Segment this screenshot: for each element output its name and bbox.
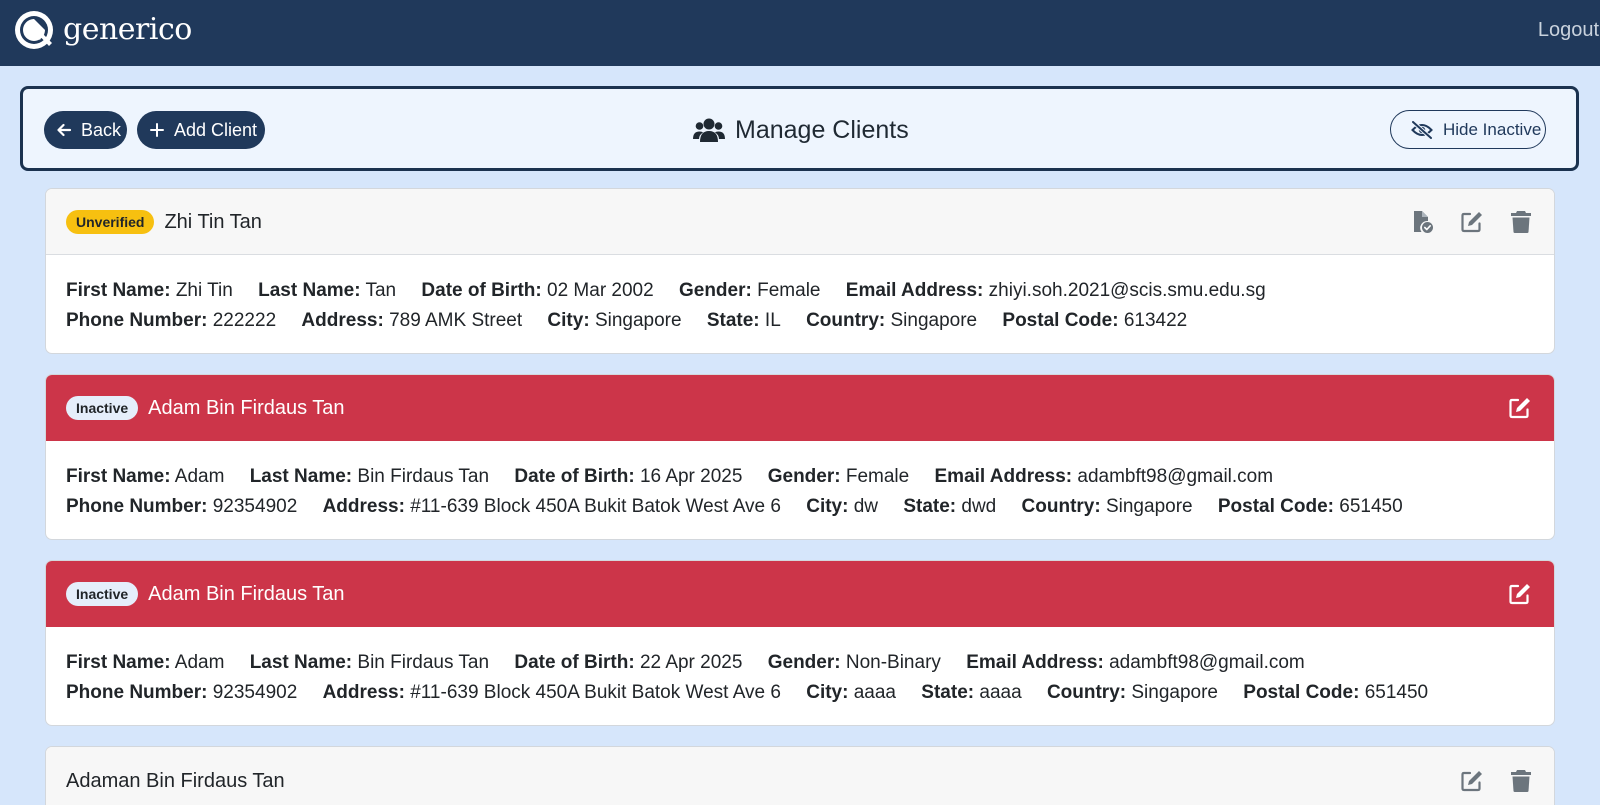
client-actions: [1460, 769, 1532, 793]
edit-icon[interactable]: [1508, 582, 1532, 606]
client-details-row: First Name: Adam Last Name: Bin Firdaus …: [66, 462, 1534, 492]
logout-link[interactable]: Logout: [1538, 18, 1599, 42]
brand-name[interactable]: generico: [63, 12, 192, 48]
city-field: City: Singapore: [547, 310, 682, 331]
state-field: State: dwd: [903, 496, 997, 517]
gender-field: Gender: Non-Binary: [767, 652, 941, 673]
client-name: Adaman Bin Firdaus Tan: [66, 769, 285, 792]
first-name-field: First Name: Zhi Tin: [66, 280, 233, 301]
dob-field: Date of Birth: 02 Mar 2002: [421, 280, 654, 301]
client-card: Inactive Adam Bin Firdaus Tan First Name…: [45, 374, 1555, 540]
client-card-header: Unverified Zhi Tin Tan: [46, 189, 1554, 255]
client-name: Adam Bin Firdaus Tan: [148, 396, 345, 419]
arrow-left-icon: [57, 123, 72, 137]
email-field: Email Address: zhiyi.soh.2021@scis.smu.e…: [845, 280, 1266, 301]
city-field: City: aaaa: [806, 682, 897, 703]
gender-field: Gender: Female: [767, 466, 910, 487]
client-actions: [1508, 582, 1532, 606]
add-client-button[interactable]: Add Client: [137, 111, 265, 149]
address-field: Address: #11-639 Block 450A Bukit Batok …: [322, 496, 781, 517]
top-navbar: generico Logout: [0, 0, 1600, 66]
email-field: Email Address: adambft98@gmail.com: [966, 652, 1305, 673]
client-actions: [1410, 210, 1532, 234]
trash-icon[interactable]: [1510, 769, 1532, 793]
hide-inactive-label: Hide Inactive: [1443, 119, 1542, 139]
country-field: Country: Singapore: [1046, 682, 1218, 703]
city-field: City: dw: [806, 496, 879, 517]
client-card-header: Inactive Adam Bin Firdaus Tan: [46, 375, 1554, 441]
client-details-row: Phone Number: 92354902 Address: #11-639 …: [66, 678, 1534, 708]
back-label: Back: [81, 119, 122, 140]
client-card-header: Adaman Bin Firdaus Tan: [46, 747, 1554, 805]
eye-slash-icon: [1411, 120, 1433, 139]
address-field: Address: #11-639 Block 450A Bukit Batok …: [322, 682, 781, 703]
edit-icon[interactable]: [1460, 210, 1484, 234]
last-name-field: Last Name: Tan: [258, 280, 397, 301]
client-details-row: First Name: Zhi Tin Last Name: Tan Date …: [66, 276, 1534, 306]
trash-icon[interactable]: [1510, 210, 1532, 234]
postal-code-field: Postal Code: 651450: [1217, 496, 1403, 517]
client-details: First Name: Zhi Tin Last Name: Tan Date …: [46, 255, 1554, 336]
client-card: Inactive Adam Bin Firdaus Tan First Name…: [45, 560, 1555, 726]
edit-icon[interactable]: [1460, 769, 1484, 793]
add-client-label: Add Client: [174, 119, 258, 140]
client-details: First Name: Adam Last Name: Bin Firdaus …: [46, 441, 1554, 522]
client-details-row: First Name: Adam Last Name: Bin Firdaus …: [66, 648, 1534, 678]
generico-logo-icon[interactable]: [14, 10, 54, 50]
client-name: Zhi Tin Tan: [164, 210, 262, 233]
state-field: State: aaaa: [921, 682, 1022, 703]
email-field: Email Address: adambft98@gmail.com: [934, 466, 1274, 487]
gender-field: Gender: Female: [678, 280, 821, 301]
phone-field: Phone Number: 222222: [66, 310, 277, 331]
client-details-row: Phone Number: 222222 Address: 789 AMK St…: [66, 306, 1534, 336]
client-card: Unverified Zhi Tin Tan First Name: Zhi T…: [45, 188, 1555, 354]
address-field: Address: 789 AMK Street: [301, 310, 523, 331]
hide-inactive-button[interactable]: Hide Inactive: [1390, 110, 1546, 149]
first-name-field: First Name: Adam: [66, 652, 225, 673]
status-badge: Inactive: [66, 581, 139, 606]
verify-document-icon[interactable]: [1410, 210, 1434, 234]
back-button[interactable]: Back: [44, 111, 127, 149]
client-details: First Name: Adam Last Name: Bin Firdaus …: [46, 627, 1554, 708]
status-badge: Inactive: [66, 395, 139, 420]
phone-field: Phone Number: 92354902: [66, 496, 298, 517]
client-name: Adam Bin Firdaus Tan: [148, 582, 345, 605]
manage-clients-header: Back Add Client Manage Clients Hide Inac…: [20, 86, 1579, 171]
last-name-field: Last Name: Bin Firdaus Tan: [249, 652, 490, 673]
first-name-field: First Name: Adam: [66, 466, 225, 487]
client-card: Adaman Bin Firdaus Tan: [45, 746, 1555, 805]
status-badge: Unverified: [66, 209, 155, 234]
plus-icon: [150, 123, 164, 137]
edit-icon[interactable]: [1508, 396, 1532, 420]
client-actions: [1508, 396, 1532, 420]
postal-code-field: Postal Code: 613422: [1002, 310, 1188, 331]
country-field: Country: Singapore: [806, 310, 978, 331]
phone-field: Phone Number: 92354902: [66, 682, 298, 703]
dob-field: Date of Birth: 22 Apr 2025: [514, 652, 743, 673]
last-name-field: Last Name: Bin Firdaus Tan: [249, 466, 490, 487]
users-icon: [693, 118, 725, 142]
client-details-row: Phone Number: 92354902 Address: #11-639 …: [66, 492, 1534, 522]
state-field: State: IL: [706, 310, 781, 331]
country-field: Country: Singapore: [1021, 496, 1193, 517]
page-title-text: Manage Clients: [735, 116, 909, 144]
client-card-header: Inactive Adam Bin Firdaus Tan: [46, 561, 1554, 627]
page-title: Manage Clients: [693, 115, 909, 145]
postal-code-field: Postal Code: 651450: [1243, 682, 1429, 703]
dob-field: Date of Birth: 16 Apr 2025: [514, 466, 743, 487]
